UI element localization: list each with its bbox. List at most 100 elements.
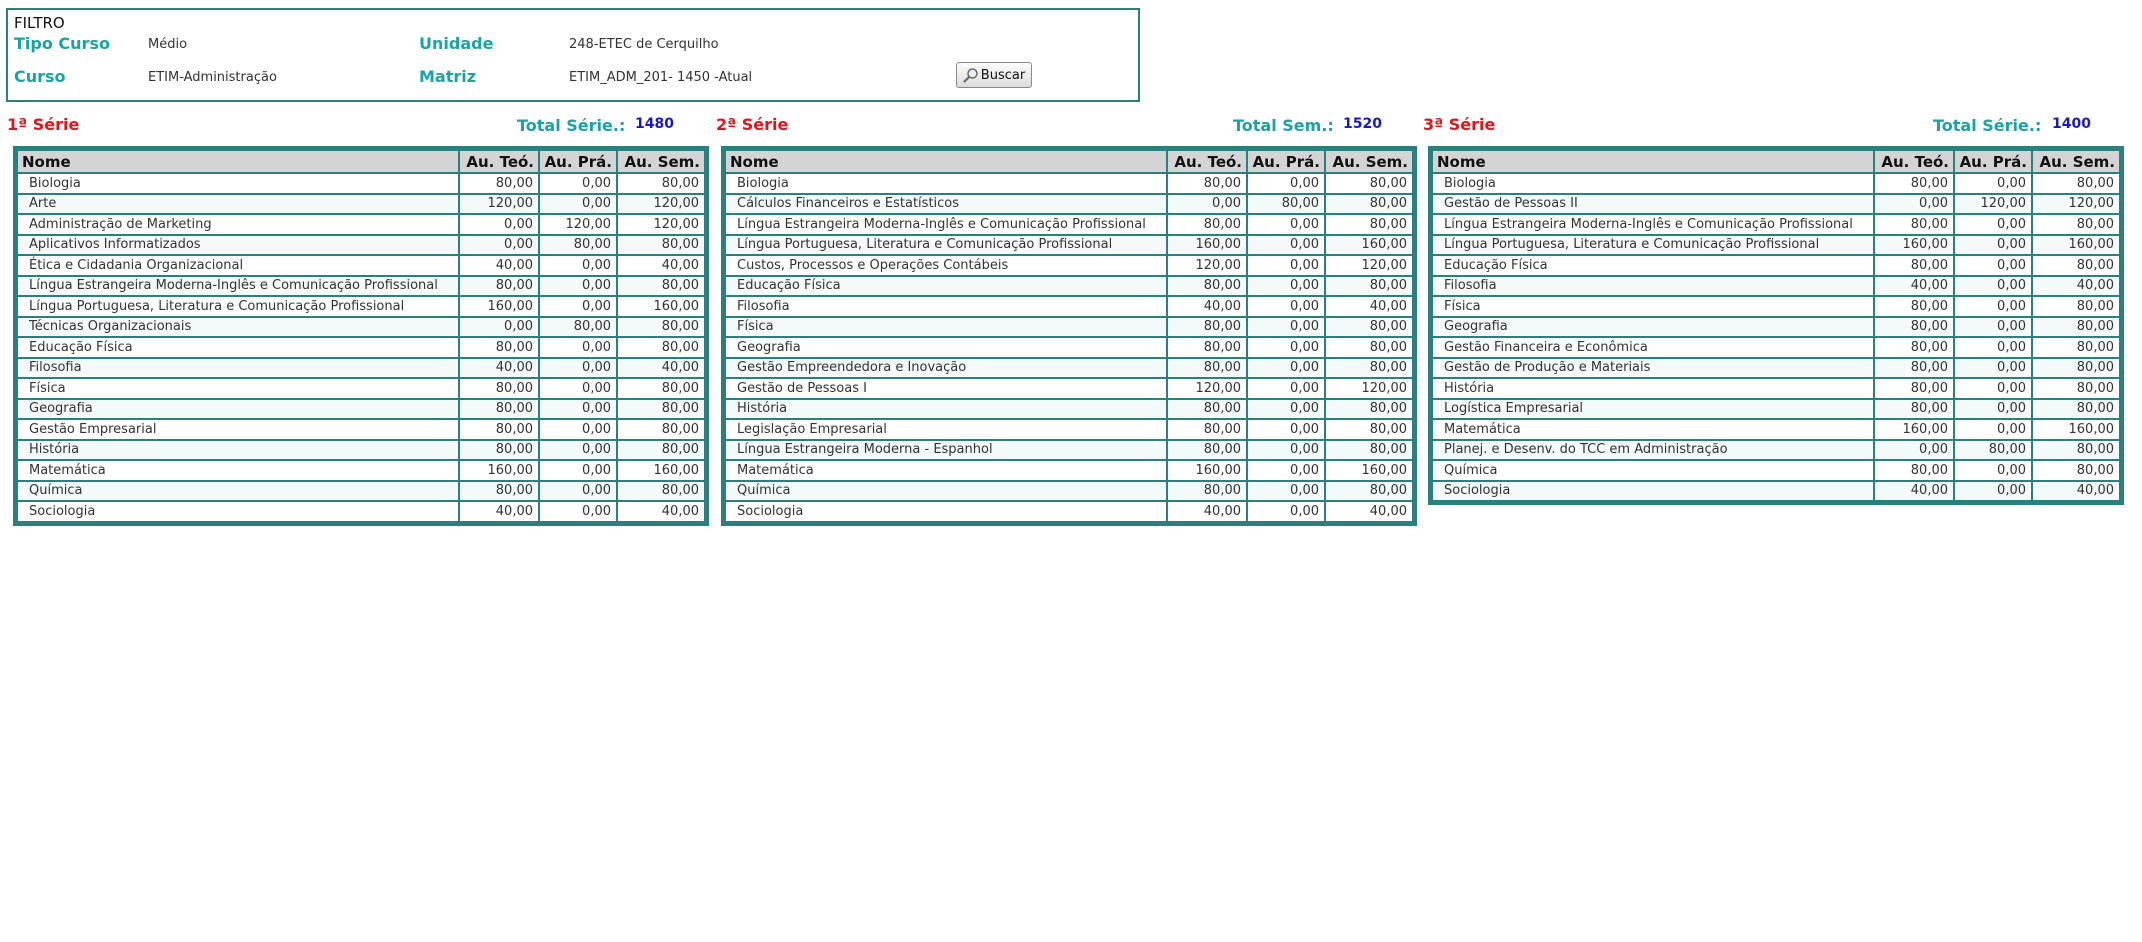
hours-cell: 80,00 xyxy=(1324,418,1414,441)
matriz-label: Matriz xyxy=(419,67,477,86)
hours-cell: 80,00 xyxy=(1873,172,1955,195)
hours-cell: 80,00 xyxy=(1873,336,1955,359)
subject-name-cell: História xyxy=(1431,377,1875,400)
hours-cell: 80,00 xyxy=(1166,438,1248,461)
subject-name-cell: Educação Física xyxy=(16,336,460,359)
hours-cell: 40,00 xyxy=(2031,274,2121,297)
hours-cell: 0,00 xyxy=(1953,459,2033,482)
hours-cell: 120,00 xyxy=(616,192,706,215)
hours-cell: 80,00 xyxy=(1324,438,1414,461)
hours-cell: 80,00 xyxy=(1246,192,1326,215)
hours-cell: 80,00 xyxy=(538,315,618,338)
hours-cell: 0,00 xyxy=(1246,500,1326,523)
hours-cell: 0,00 xyxy=(538,377,618,400)
hours-cell: 0,00 xyxy=(538,479,618,502)
hours-cell: 80,00 xyxy=(616,315,706,338)
hours-cell: 80,00 xyxy=(1873,397,1955,420)
hours-cell: 80,00 xyxy=(2031,356,2121,379)
hours-cell: 160,00 xyxy=(2031,418,2121,441)
column-header[interactable]: Nome xyxy=(16,149,460,174)
subject-name-cell: Administração de Marketing xyxy=(16,213,460,236)
subject-name-cell: Geografia xyxy=(1431,315,1875,338)
hours-cell: 160,00 xyxy=(1324,233,1414,256)
hours-cell: 80,00 xyxy=(616,479,706,502)
matriz-value[interactable]: ETIM_ADM_201- 1450 -Atual xyxy=(569,70,752,85)
buscar-button[interactable]: Buscar xyxy=(956,62,1032,88)
table-row: Educação Física 80,00 0,00 80,00 xyxy=(724,274,1414,297)
hours-cell: 80,00 xyxy=(1873,295,1955,318)
column-header[interactable]: Au. Prá. xyxy=(1953,149,2033,174)
tipo-curso-value[interactable]: Médio xyxy=(148,37,187,52)
subject-name-cell: Técnicas Organizacionais xyxy=(16,315,460,338)
filter-title: FILTRO xyxy=(14,14,65,32)
serie-3-table: Nome Au. Teó. Au. Prá. Au. Sem. Biologia 80,0… xyxy=(1428,146,2124,505)
hours-cell: 0,00 xyxy=(1246,479,1326,502)
hours-cell: 0,00 xyxy=(1953,418,2033,441)
hours-cell: 160,00 xyxy=(1324,459,1414,482)
hours-cell: 0,00 xyxy=(1166,192,1248,215)
table-row: Sociologia 40,00 0,00 40,00 xyxy=(724,500,1414,523)
hours-cell: 80,00 xyxy=(616,377,706,400)
hours-cell: 80,00 xyxy=(616,438,706,461)
hours-cell: 80,00 xyxy=(2031,295,2121,318)
hours-cell: 80,00 xyxy=(2031,459,2121,482)
hours-cell: 40,00 xyxy=(458,356,540,379)
column-header[interactable]: Au. Prá. xyxy=(1246,149,1326,174)
hours-cell: 80,00 xyxy=(1324,356,1414,379)
subject-name-cell: Língua Portuguesa, Literatura e Comunica… xyxy=(16,295,460,318)
table-row: Biologia 80,00 0,00 80,00 xyxy=(724,172,1414,195)
hours-cell: 80,00 xyxy=(458,172,540,195)
hours-cell: 80,00 xyxy=(1166,336,1248,359)
hours-cell: 0,00 xyxy=(1246,233,1326,256)
hours-cell: 0,00 xyxy=(1246,356,1326,379)
hours-cell: 80,00 xyxy=(2031,172,2121,195)
table-row: Gestão de Pessoas II 0,00 120,00 120,00 xyxy=(1431,192,2121,215)
subject-name-cell: Arte xyxy=(16,192,460,215)
hours-cell: 80,00 xyxy=(2031,397,2121,420)
table-row: Língua Estrangeira Moderna-Inglês e Comu… xyxy=(1431,213,2121,236)
hours-cell: 80,00 xyxy=(2031,336,2121,359)
hours-cell: 0,00 xyxy=(1953,274,2033,297)
column-header[interactable]: Au. Teó. xyxy=(1873,149,1955,174)
table-row: Língua Estrangeira Moderna - Espanhol 80,… xyxy=(724,438,1414,461)
hours-cell: 80,00 xyxy=(1324,479,1414,502)
column-header[interactable]: Nome xyxy=(1431,149,1875,174)
column-header[interactable]: Au. Prá. xyxy=(538,149,618,174)
table-row: Língua Portuguesa, Literatura e Comunica… xyxy=(16,295,706,318)
table-row: Técnicas Organizacionais 0,00 80,00 80,00 xyxy=(16,315,706,338)
table-row: Língua Estrangeira Moderna-Inglês e Comu… xyxy=(724,213,1414,236)
column-header[interactable]: Nome xyxy=(724,149,1168,174)
column-header[interactable]: Au. Sem. xyxy=(2031,149,2121,174)
hours-cell: 80,00 xyxy=(1166,397,1248,420)
serie-1-table: Nome Au. Teó. Au. Prá. Au. Sem. Biologia 80,0… xyxy=(13,146,709,526)
table-row: Filosofia 40,00 0,00 40,00 xyxy=(1431,274,2121,297)
serie-1-total-label: Total Série.: xyxy=(517,116,626,135)
subject-name-cell: Gestão de Pessoas II xyxy=(1431,192,1875,215)
table-row: Filosofia 40,00 0,00 40,00 xyxy=(724,295,1414,318)
hours-cell: 80,00 xyxy=(616,233,706,256)
hours-cell: 80,00 xyxy=(2031,213,2121,236)
table-row: Educação Física 80,00 0,00 80,00 xyxy=(16,336,706,359)
column-header[interactable]: Au. Sem. xyxy=(1324,149,1414,174)
subject-name-cell: Sociologia xyxy=(724,500,1168,523)
table-row: Geografia 80,00 0,00 80,00 xyxy=(16,397,706,420)
hours-cell: 0,00 xyxy=(1953,479,2033,502)
hours-cell: 80,00 xyxy=(616,274,706,297)
column-header[interactable]: Au. Teó. xyxy=(1166,149,1248,174)
table-row: História 80,00 0,00 80,00 xyxy=(1431,377,2121,400)
column-header[interactable]: Au. Sem. xyxy=(616,149,706,174)
table-row: Gestão de Pessoas I 120,00 0,00 120,00 xyxy=(724,377,1414,400)
table-row: Gestão Empreendedora e Inovação 80,00 0,00… xyxy=(724,356,1414,379)
hours-cell: 80,00 xyxy=(1166,274,1248,297)
subject-name-cell: Física xyxy=(1431,295,1875,318)
subject-name-cell: Biologia xyxy=(724,172,1168,195)
column-header[interactable]: Au. Teó. xyxy=(458,149,540,174)
curso-value[interactable]: ETIM-Administração xyxy=(148,70,277,85)
table-row: Arte 120,00 0,00 120,00 xyxy=(16,192,706,215)
hours-cell: 120,00 xyxy=(1953,192,2033,215)
unidade-value[interactable]: 248-ETEC de Cerquilho xyxy=(569,37,719,52)
hours-cell: 0,00 xyxy=(1246,213,1326,236)
hours-cell: 120,00 xyxy=(2031,192,2121,215)
hours-cell: 80,00 xyxy=(616,336,706,359)
hours-cell: 80,00 xyxy=(1324,192,1414,215)
